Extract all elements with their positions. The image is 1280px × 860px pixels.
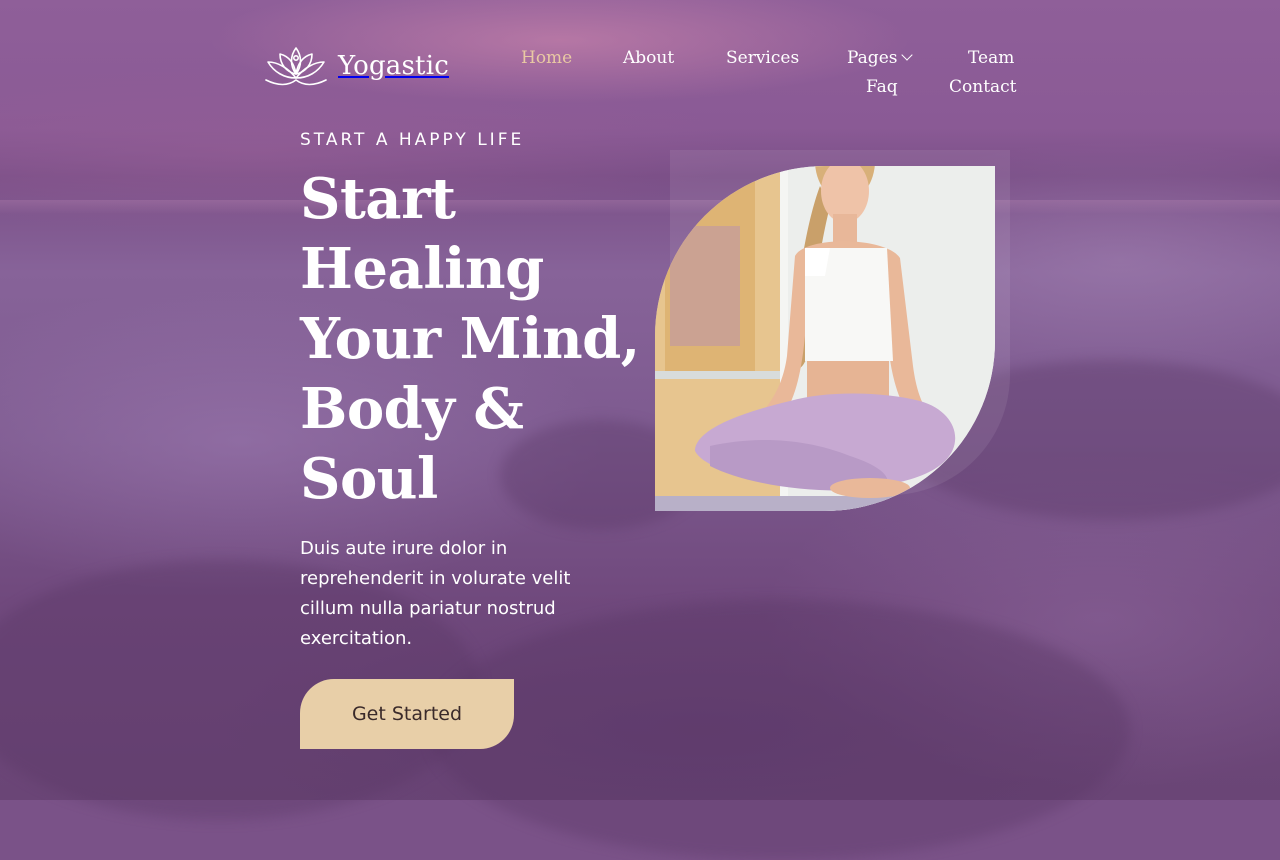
nav-item-services[interactable]: Services — [726, 48, 799, 68]
get-started-button[interactable]: Get Started — [300, 679, 514, 749]
headline-line: Start — [300, 166, 456, 232]
hero-description: Duis aute irure dolor in reprehenderit i… — [300, 538, 571, 649]
nav-item-pages[interactable]: Pages — [847, 48, 914, 68]
brand-logo[interactable]: Yogastic — [264, 44, 449, 88]
nav-item-about[interactable]: About — [623, 48, 674, 68]
nav-item-pages-label: Pages — [847, 48, 898, 68]
nav-item-contact[interactable]: Contact — [949, 77, 1017, 97]
nav-item-team[interactable]: Team — [968, 48, 1014, 68]
lotus-icon — [264, 44, 328, 88]
hero-image — [655, 166, 995, 511]
headline-line: Healing — [300, 236, 544, 302]
headline-line: Your Mind, — [300, 306, 640, 372]
hero-kicker: START A HAPPY LIFE — [300, 130, 525, 150]
headline-line: Soul — [300, 446, 438, 512]
hero-headline: Start Healing Your Mind, Body & Soul — [300, 164, 660, 514]
chevron-down-icon — [901, 49, 914, 61]
brand-name: Yogastic — [338, 51, 449, 81]
nav-item-home[interactable]: Home — [521, 48, 572, 68]
headline-line: Body & — [300, 376, 524, 442]
nav-item-faq[interactable]: Faq — [866, 77, 898, 97]
